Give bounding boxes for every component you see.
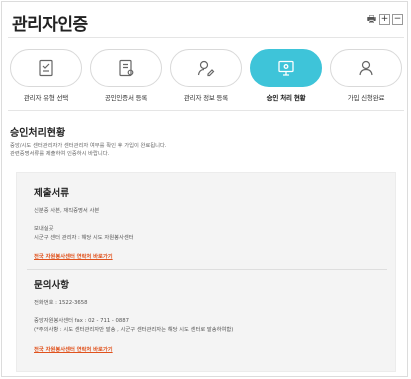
section-description: 중앙/시도 센터관리자가 센터관리자 여부를 확인 후 가입이 완료됩니다. 관… bbox=[10, 142, 167, 158]
print-icon[interactable]: 🖶 bbox=[366, 14, 377, 25]
fax-number: 중앙자원봉사센터 fax : 02 - 711 - 0887 bbox=[34, 318, 129, 324]
user-icon bbox=[359, 60, 373, 76]
step-4-label: 승인 처리 현황 bbox=[266, 94, 306, 102]
card-divider bbox=[27, 269, 387, 270]
certificate-icon bbox=[119, 59, 134, 77]
page-title: 관리자인증 bbox=[12, 15, 88, 35]
info-card: 제출서류 신분증 사본, 재직증명서 사본 보내실곳 시군구 센터 관리자 : … bbox=[16, 172, 396, 372]
step-3-label: 관리자 정보 등록 bbox=[183, 94, 229, 102]
section-title: 승인처리현황 bbox=[10, 128, 66, 139]
checklist-icon bbox=[39, 59, 53, 77]
step-indicator: 관리자 유형 선택 공인인증서 등록 관리자 정보 등록 승인 처리 현황 가입… bbox=[10, 49, 402, 102]
user-edit-icon bbox=[197, 60, 215, 77]
send-to-value: 시군구 센터 관리자 : 해당 시도 자원봉사센터 bbox=[34, 235, 134, 241]
step-1-label: 관리자 유형 선택 bbox=[23, 94, 69, 102]
steps-divider bbox=[8, 110, 404, 111]
phone-number: 전화번호 : 1522-3658 bbox=[34, 300, 88, 306]
center-contacts-link[interactable]: 전국 자원봉사센터 연락처 바로가기 bbox=[34, 252, 113, 260]
description-line: 관련증명서류를 제출하여 인증하시 바랍니다. bbox=[10, 151, 110, 157]
page-tools: 🖶 + − bbox=[366, 14, 403, 25]
caution-note: (*주의사항 : 시도 센터관리자만 발송 , 시군구 센터관리자는 해당 시도… bbox=[34, 327, 234, 333]
documents-title: 제출서류 bbox=[34, 188, 69, 199]
zoom-out-button[interactable]: − bbox=[392, 14, 403, 25]
send-to-label: 보내실곳 bbox=[34, 226, 54, 232]
step-1-pill[interactable] bbox=[10, 49, 82, 87]
zoom-in-button[interactable]: + bbox=[379, 14, 390, 25]
step-5-label: 가입 신청완료 bbox=[347, 94, 385, 102]
step-4-pill[interactable] bbox=[250, 49, 322, 87]
documents-list: 신분증 사본, 재직증명서 사본 bbox=[34, 208, 100, 214]
monitor-icon bbox=[278, 60, 294, 76]
description-line: 중앙/시도 센터관리자가 센터관리자 여부를 확인 후 가입이 완료됩니다. bbox=[10, 143, 167, 149]
center-contacts-link-2[interactable]: 전국 자원봉사센터 연락처 바로가기 bbox=[34, 345, 113, 353]
step-3-pill[interactable] bbox=[170, 49, 242, 87]
inquiry-title: 문의사항 bbox=[34, 280, 69, 291]
step-2-label: 공인인증서 등록 bbox=[104, 94, 148, 102]
step-5-pill[interactable] bbox=[330, 49, 402, 87]
step-2-pill[interactable] bbox=[90, 49, 162, 87]
title-divider bbox=[8, 37, 404, 38]
